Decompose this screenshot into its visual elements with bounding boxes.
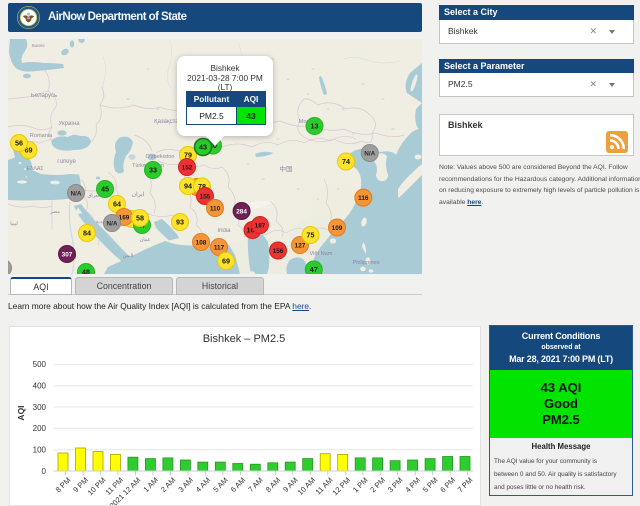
svg-text:84: 84	[83, 229, 91, 238]
svg-text:India: India	[217, 228, 231, 234]
svg-text:N/A: N/A	[70, 190, 81, 197]
svg-text:10 PM: 10 PM	[86, 476, 108, 498]
svg-text:AQI: AQI	[16, 405, 26, 420]
svg-text:6 PM: 6 PM	[438, 476, 457, 495]
svg-text:13: 13	[311, 122, 319, 131]
svg-text:Беларусь: Беларусь	[31, 93, 57, 99]
svg-text:94: 94	[184, 182, 192, 191]
svg-text:200: 200	[33, 424, 47, 433]
svg-text:2 PM: 2 PM	[368, 476, 387, 495]
svg-text:500: 500	[33, 360, 47, 369]
svg-text:10 AM: 10 AM	[296, 476, 317, 497]
svg-text:7 PM: 7 PM	[456, 476, 475, 495]
svg-text:4 AM: 4 AM	[194, 476, 212, 494]
svg-text:3 AM: 3 AM	[176, 476, 194, 494]
svg-text:56: 56	[15, 139, 23, 148]
svg-text:عمان: عمان	[140, 237, 151, 243]
svg-text:5 PM: 5 PM	[421, 476, 440, 495]
svg-text:155: 155	[200, 193, 211, 200]
svg-text:4 PM: 4 PM	[403, 476, 422, 495]
svg-text:108: 108	[196, 239, 207, 246]
svg-text:مصر: مصر	[49, 209, 60, 215]
svg-text:N/A: N/A	[364, 150, 375, 157]
svg-text:8 AM: 8 AM	[264, 476, 282, 494]
svg-text:12 PM: 12 PM	[330, 476, 352, 498]
svg-text:64: 64	[113, 200, 121, 209]
svg-text:48: 48	[82, 268, 90, 274]
svg-text:11 AM: 11 AM	[314, 476, 335, 497]
svg-text:ΕΛΛΑΣ: ΕΛΛΑΣ	[26, 166, 43, 172]
svg-text:110: 110	[210, 205, 221, 212]
svg-text:Україна: Україна	[58, 121, 80, 127]
svg-text:7 AM: 7 AM	[246, 476, 264, 494]
svg-text:58: 58	[136, 214, 144, 223]
svg-text:1 AM: 1 AM	[141, 476, 159, 494]
svg-text:69: 69	[222, 257, 230, 266]
svg-text:Suomi: Suomi	[31, 43, 44, 48]
svg-text:116: 116	[358, 195, 369, 202]
svg-text:0: 0	[42, 467, 47, 476]
svg-text:47: 47	[310, 265, 318, 274]
svg-text:ليبيا: ليبيا	[10, 221, 18, 227]
svg-text:5 AM: 5 AM	[211, 476, 229, 494]
svg-text:300: 300	[33, 403, 47, 412]
svg-text:6 AM: 6 AM	[229, 476, 247, 494]
svg-text:2 AM: 2 AM	[159, 476, 177, 494]
svg-text:284: 284	[236, 208, 247, 215]
svg-text:Philippines: Philippines	[352, 260, 379, 266]
svg-text:Romania: Romania	[30, 133, 53, 139]
svg-text:33: 33	[149, 166, 157, 175]
svg-text:اليمن: اليمن	[123, 253, 134, 259]
svg-text:1 PM: 1 PM	[351, 476, 370, 495]
svg-text:117: 117	[214, 244, 225, 251]
svg-text:127: 127	[295, 242, 306, 249]
svg-text:N/A: N/A	[106, 220, 117, 227]
svg-text:400: 400	[33, 382, 47, 391]
svg-text:ایران: ایران	[132, 191, 145, 198]
svg-text:Việt Nam: Việt Nam	[310, 251, 333, 257]
svg-text:93: 93	[176, 218, 184, 227]
svg-text:156: 156	[273, 248, 284, 255]
svg-text:O'zbekiston: O'zbekiston	[145, 154, 174, 160]
svg-text:Türkiye: Türkiye	[56, 159, 76, 165]
svg-text:187: 187	[255, 222, 266, 229]
svg-text:Bishkek – PM2.5: Bishkek – PM2.5	[203, 333, 286, 345]
svg-text:中国: 中国	[280, 164, 293, 173]
svg-text:307: 307	[62, 251, 73, 258]
svg-text:75: 75	[307, 231, 315, 240]
svg-text:152: 152	[182, 164, 193, 171]
svg-text:3 PM: 3 PM	[386, 476, 405, 495]
svg-text:74: 74	[342, 157, 350, 166]
svg-text:100: 100	[33, 446, 47, 455]
svg-text:8 PM: 8 PM	[54, 476, 73, 495]
svg-text:45: 45	[101, 185, 109, 194]
svg-text:109: 109	[332, 225, 343, 232]
